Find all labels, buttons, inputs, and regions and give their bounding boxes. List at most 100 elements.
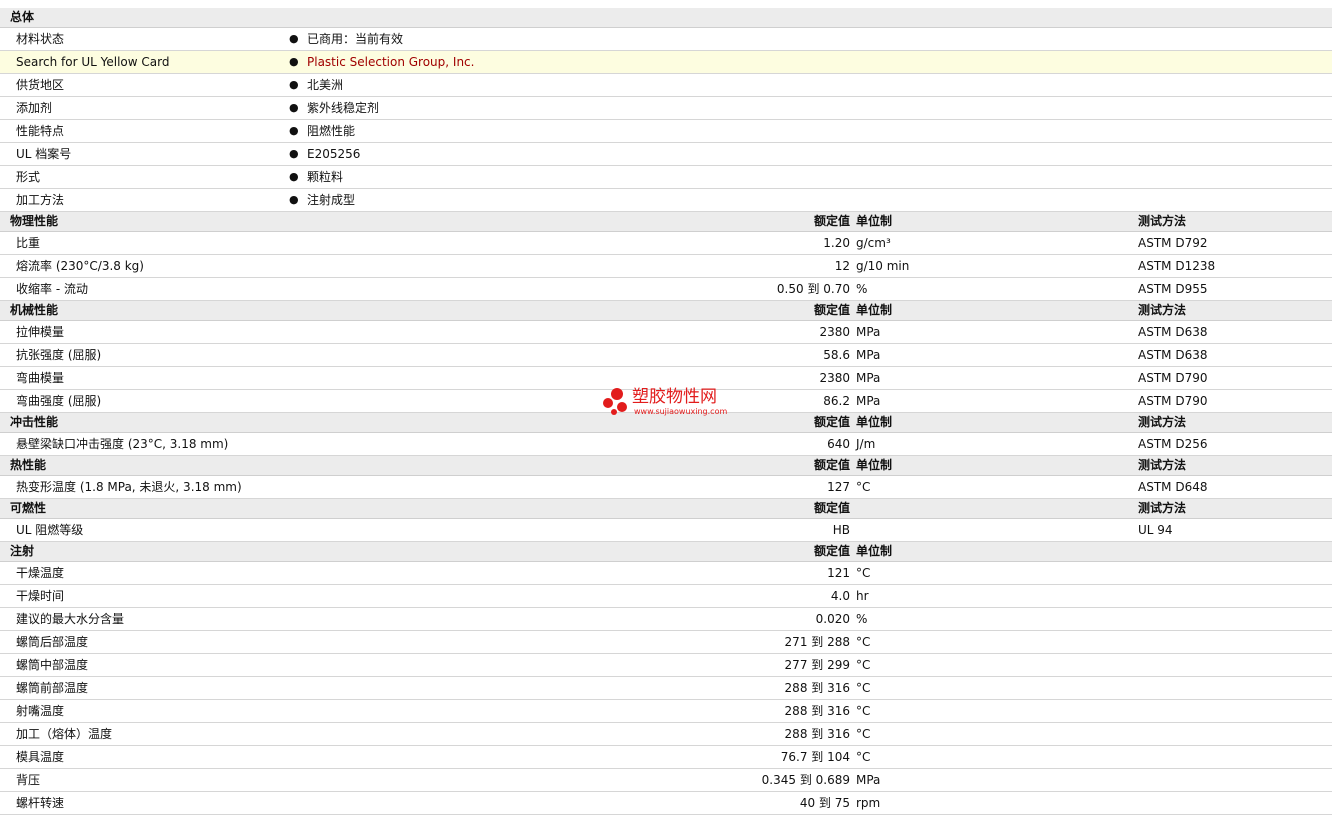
- property-unit: MPa: [856, 773, 881, 787]
- column-header-value: 额定值: [813, 415, 850, 429]
- column-header-unit: 单位制: [856, 458, 893, 472]
- property-value: 0.020: [815, 612, 850, 626]
- property-value: 288 到 316: [784, 681, 850, 695]
- property-value: 12: [834, 259, 850, 273]
- property-row: 熔流率 (230°C/3.8 kg) 12 g/10 min ASTM D1238: [0, 255, 1332, 278]
- ul-yellow-card-link[interactable]: Plastic Selection Group, Inc.: [307, 51, 474, 73]
- property-unit: MPa: [856, 325, 881, 339]
- general-row: 添加剂 ● 紫外线稳定剂: [0, 97, 1332, 120]
- section-title: 总体: [10, 10, 35, 24]
- watermark-url: www.sujiaowuxing.com: [634, 407, 728, 416]
- property-value: 277 到 299: [784, 658, 850, 672]
- general-rows: 材料状态 ● 已商用：当前有效 Search for UL Yellow Card ● P…: [0, 28, 1332, 212]
- column-header-value: 额定值: [813, 303, 850, 317]
- property-value: 271 到 288: [784, 635, 850, 649]
- property-value: E205256: [307, 147, 361, 161]
- property-row: 比重 1.20 g/cm³ ASTM D792: [0, 232, 1332, 255]
- property-value: 288 到 316: [784, 727, 850, 741]
- property-value: 0.50 到 0.70: [776, 282, 850, 296]
- property-label: 比重: [16, 236, 41, 250]
- property-unit: hr: [856, 589, 869, 603]
- property-unit: %: [856, 282, 868, 296]
- column-header-test-method: 测试方法: [1138, 214, 1187, 228]
- test-method: ASTM D256: [1138, 437, 1208, 451]
- section-title: 热性能: [10, 458, 47, 472]
- property-value: 2380: [819, 325, 850, 339]
- property-unit: rpm: [856, 796, 881, 810]
- property-label: 拉伸模量: [16, 325, 65, 339]
- property-unit: J/m: [856, 437, 876, 451]
- bullet-icon: ●: [289, 78, 299, 91]
- column-header-value: 额定值: [813, 501, 850, 515]
- property-row: 悬壁梁缺口冲击强度 (23°C, 3.18 mm) 640 J/m ASTM D256: [0, 433, 1332, 456]
- section-header: 可燃性 额定值 测试方法: [0, 499, 1332, 519]
- property-row: 热变形温度 (1.8 MPa, 未退火, 3.18 mm) 127 °C ASTM D…: [0, 476, 1332, 499]
- property-value: 4.0: [830, 589, 850, 603]
- general-row: UL 档案号 ● E205256: [0, 143, 1332, 166]
- section-title: 机械性能: [10, 303, 59, 317]
- watermark-title: 塑胶物性网: [632, 387, 717, 407]
- property-label: 弯曲模量: [16, 371, 65, 385]
- property-unit: °C: [856, 681, 871, 695]
- property-label: 螺杆转速: [16, 796, 65, 810]
- property-label: 加工方法: [16, 193, 65, 207]
- property-value: 颗粒料: [307, 170, 344, 184]
- property-label: 抗张强度 (屈服): [16, 348, 102, 362]
- property-value: 紫外线稳定剂: [307, 101, 380, 115]
- bullet-icon: ●: [289, 147, 299, 160]
- property-value: 127: [827, 480, 850, 494]
- test-method: ASTM D790: [1138, 371, 1208, 385]
- property-label: Search for UL Yellow Card: [16, 55, 170, 69]
- property-label: 供货地区: [16, 78, 65, 92]
- column-header-test-method: 测试方法: [1138, 303, 1187, 317]
- test-method: ASTM D638: [1138, 325, 1208, 339]
- property-row: 螺筒中部温度 277 到 299 °C: [0, 654, 1332, 677]
- property-label: 干燥时间: [16, 589, 65, 603]
- property-unit: MPa: [856, 371, 881, 385]
- property-label: 螺筒前部温度: [16, 681, 89, 695]
- property-row: 射嘴温度 288 到 316 °C: [0, 700, 1332, 723]
- general-row: 材料状态 ● 已商用：当前有效: [0, 28, 1332, 51]
- general-row: 供货地区 ● 北美洲: [0, 74, 1332, 97]
- property-value: 阻燃性能: [307, 124, 356, 138]
- property-unit: °C: [856, 750, 871, 764]
- property-label: 加工（熔体）温度: [16, 727, 113, 741]
- section-title: 注射: [10, 544, 35, 558]
- property-value: HB: [832, 523, 850, 537]
- property-label: 干燥温度: [16, 566, 65, 580]
- property-unit: %: [856, 612, 868, 626]
- section-header: 热性能 额定值 单位制 测试方法: [0, 456, 1332, 476]
- property-row: UL 阻燃等级 HB UL 94: [0, 519, 1332, 542]
- property-label: UL 档案号: [16, 147, 72, 161]
- general-row: 加工方法 ● 注射成型: [0, 189, 1332, 212]
- property-label: 添加剂: [16, 101, 53, 115]
- bullet-icon: ●: [289, 193, 299, 206]
- property-unit: °C: [856, 727, 871, 741]
- property-label: UL 阻燃等级: [16, 523, 84, 537]
- property-value: 注射成型: [307, 193, 356, 207]
- property-label: 性能特点: [16, 124, 65, 138]
- watermark-dots-icon: [603, 388, 627, 415]
- test-method: ASTM D955: [1138, 282, 1208, 296]
- property-label: 形式: [16, 170, 41, 184]
- section-header: 物理性能 额定值 单位制 测试方法: [0, 212, 1332, 232]
- ul-yellow-card-row[interactable]: Search for UL Yellow Card ● Plastic Select…: [0, 51, 1332, 74]
- property-value: 76.7 到 104: [780, 750, 850, 764]
- section-title: 可燃性: [10, 501, 47, 515]
- property-value: 北美洲: [307, 78, 344, 92]
- test-method: ASTM D792: [1138, 236, 1208, 250]
- property-unit: MPa: [856, 394, 881, 408]
- column-header-test-method: 测试方法: [1138, 501, 1187, 515]
- section-title: 物理性能: [10, 214, 59, 228]
- property-row: 螺杆转速 40 到 75 rpm: [0, 792, 1332, 815]
- property-unit: °C: [856, 480, 871, 494]
- column-header-unit: 单位制: [856, 214, 893, 228]
- property-value: 58.6: [823, 348, 850, 362]
- property-row: 模具温度 76.7 到 104 °C: [0, 746, 1332, 769]
- general-row: 形式 ● 颗粒料: [0, 166, 1332, 189]
- property-unit: MPa: [856, 348, 881, 362]
- property-label: 收缩率 - 流动: [16, 282, 88, 296]
- property-value: 40 到 75: [799, 796, 850, 810]
- property-row: 抗张强度 (屈服) 58.6 MPa ASTM D638: [0, 344, 1332, 367]
- bullet-icon: ●: [289, 124, 299, 137]
